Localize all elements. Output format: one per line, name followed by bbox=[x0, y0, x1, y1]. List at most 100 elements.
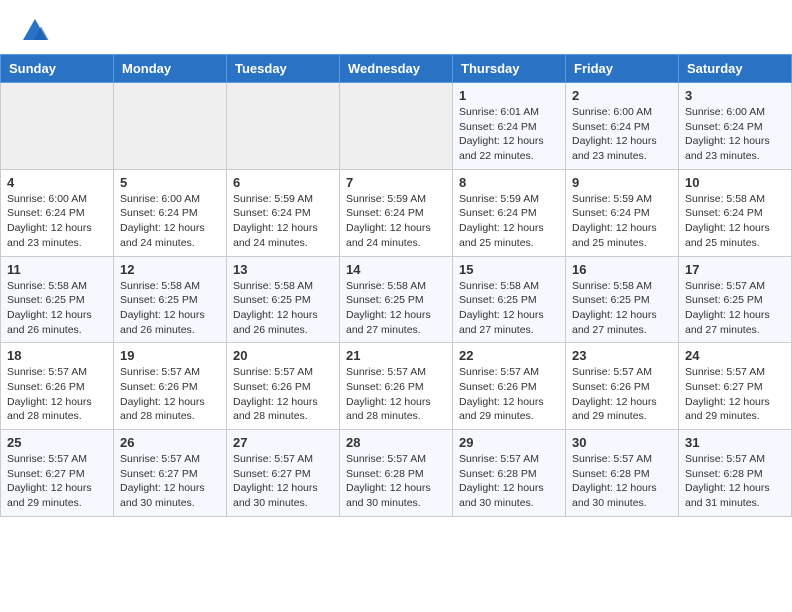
day-info: Sunrise: 5:57 AM Sunset: 6:25 PM Dayligh… bbox=[685, 279, 785, 338]
calendar-cell: 24 Sunrise: 5:57 AM Sunset: 6:27 PM Dayli… bbox=[679, 343, 792, 430]
day-info: Sunrise: 5:58 AM Sunset: 6:24 PM Dayligh… bbox=[685, 192, 785, 251]
day-info: Sunrise: 5:57 AM Sunset: 6:27 PM Dayligh… bbox=[120, 452, 220, 511]
day-info: Sunrise: 5:57 AM Sunset: 6:28 PM Dayligh… bbox=[346, 452, 446, 511]
weekday-header-wednesday: Wednesday bbox=[340, 55, 453, 83]
weekday-header-friday: Friday bbox=[566, 55, 679, 83]
day-number: 7 bbox=[346, 175, 446, 190]
day-info: Sunrise: 5:59 AM Sunset: 6:24 PM Dayligh… bbox=[459, 192, 559, 251]
weekday-header-row: SundayMondayTuesdayWednesdayThursdayFrid… bbox=[1, 55, 792, 83]
day-number: 3 bbox=[685, 88, 785, 103]
day-info: Sunrise: 5:57 AM Sunset: 6:26 PM Dayligh… bbox=[346, 365, 446, 424]
calendar-cell: 19 Sunrise: 5:57 AM Sunset: 6:26 PM Dayli… bbox=[114, 343, 227, 430]
calendar-cell: 12 Sunrise: 5:58 AM Sunset: 6:25 PM Dayli… bbox=[114, 256, 227, 343]
day-number: 29 bbox=[459, 435, 559, 450]
day-number: 6 bbox=[233, 175, 333, 190]
day-number: 31 bbox=[685, 435, 785, 450]
day-number: 1 bbox=[459, 88, 559, 103]
calendar-cell: 11 Sunrise: 5:58 AM Sunset: 6:25 PM Dayli… bbox=[1, 256, 114, 343]
calendar-cell: 15 Sunrise: 5:58 AM Sunset: 6:25 PM Dayli… bbox=[453, 256, 566, 343]
day-info: Sunrise: 6:00 AM Sunset: 6:24 PM Dayligh… bbox=[572, 105, 672, 164]
calendar-cell: 10 Sunrise: 5:58 AM Sunset: 6:24 PM Dayli… bbox=[679, 169, 792, 256]
day-info: Sunrise: 6:00 AM Sunset: 6:24 PM Dayligh… bbox=[685, 105, 785, 164]
calendar-table: SundayMondayTuesdayWednesdayThursdayFrid… bbox=[0, 54, 792, 517]
day-info: Sunrise: 5:58 AM Sunset: 6:25 PM Dayligh… bbox=[7, 279, 107, 338]
calendar-cell bbox=[1, 83, 114, 170]
weekday-header-tuesday: Tuesday bbox=[227, 55, 340, 83]
day-number: 20 bbox=[233, 348, 333, 363]
calendar-cell: 17Sunrise: 5:57 AM Sunset: 6:25 PM Dayli… bbox=[679, 256, 792, 343]
day-number: 2 bbox=[572, 88, 672, 103]
day-number: 4 bbox=[7, 175, 107, 190]
weekday-header-monday: Monday bbox=[114, 55, 227, 83]
logo-icon bbox=[20, 16, 50, 46]
calendar-cell: 31 Sunrise: 5:57 AM Sunset: 6:28 PM Dayli… bbox=[679, 430, 792, 517]
day-number: 13 bbox=[233, 262, 333, 277]
day-info: Sunrise: 5:57 AM Sunset: 6:28 PM Dayligh… bbox=[459, 452, 559, 511]
day-info: Sunrise: 5:57 AM Sunset: 6:26 PM Dayligh… bbox=[7, 365, 107, 424]
calendar-cell: 5 Sunrise: 6:00 AM Sunset: 6:24 PM Daylig… bbox=[114, 169, 227, 256]
day-number: 10 bbox=[685, 175, 785, 190]
calendar-cell: 27 Sunrise: 5:57 AM Sunset: 6:27 PM Dayli… bbox=[227, 430, 340, 517]
day-info: Sunrise: 6:00 AM Sunset: 6:24 PM Dayligh… bbox=[120, 192, 220, 251]
calendar-cell: 20 Sunrise: 5:57 AM Sunset: 6:26 PM Dayli… bbox=[227, 343, 340, 430]
day-number: 14 bbox=[346, 262, 446, 277]
day-info: Sunrise: 5:58 AM Sunset: 6:25 PM Dayligh… bbox=[572, 279, 672, 338]
day-info: Sunrise: 5:57 AM Sunset: 6:26 PM Dayligh… bbox=[233, 365, 333, 424]
calendar-cell: 3 Sunrise: 6:00 AM Sunset: 6:24 PM Daylig… bbox=[679, 83, 792, 170]
calendar-week-3: 11 Sunrise: 5:58 AM Sunset: 6:25 PM Dayli… bbox=[1, 256, 792, 343]
day-number: 5 bbox=[120, 175, 220, 190]
calendar-cell: 8 Sunrise: 5:59 AM Sunset: 6:24 PM Daylig… bbox=[453, 169, 566, 256]
calendar-cell bbox=[340, 83, 453, 170]
calendar-cell: 9Sunrise: 5:59 AM Sunset: 6:24 PM Daylig… bbox=[566, 169, 679, 256]
weekday-header-saturday: Saturday bbox=[679, 55, 792, 83]
calendar-cell: 16 Sunrise: 5:58 AM Sunset: 6:25 PM Dayli… bbox=[566, 256, 679, 343]
day-info: Sunrise: 5:59 AM Sunset: 6:24 PM Dayligh… bbox=[233, 192, 333, 251]
calendar-cell: 1 Sunrise: 6:01 AM Sunset: 6:24 PM Daylig… bbox=[453, 83, 566, 170]
day-number: 25 bbox=[7, 435, 107, 450]
calendar-cell: 26Sunrise: 5:57 AM Sunset: 6:27 PM Dayli… bbox=[114, 430, 227, 517]
logo bbox=[20, 16, 54, 46]
calendar-cell bbox=[227, 83, 340, 170]
calendar-body: 1 Sunrise: 6:01 AM Sunset: 6:24 PM Daylig… bbox=[1, 83, 792, 517]
day-info: Sunrise: 5:57 AM Sunset: 6:28 PM Dayligh… bbox=[685, 452, 785, 511]
day-number: 24 bbox=[685, 348, 785, 363]
weekday-header-sunday: Sunday bbox=[1, 55, 114, 83]
day-info: Sunrise: 6:00 AM Sunset: 6:24 PM Dayligh… bbox=[7, 192, 107, 251]
day-number: 15 bbox=[459, 262, 559, 277]
calendar-cell: 22 Sunrise: 5:57 AM Sunset: 6:26 PM Dayli… bbox=[453, 343, 566, 430]
weekday-header-thursday: Thursday bbox=[453, 55, 566, 83]
day-number: 27 bbox=[233, 435, 333, 450]
calendar-cell: 23Sunrise: 5:57 AM Sunset: 6:26 PM Dayli… bbox=[566, 343, 679, 430]
day-info: Sunrise: 5:57 AM Sunset: 6:26 PM Dayligh… bbox=[120, 365, 220, 424]
day-info: Sunrise: 5:58 AM Sunset: 6:25 PM Dayligh… bbox=[120, 279, 220, 338]
calendar-cell: 13Sunrise: 5:58 AM Sunset: 6:25 PM Dayli… bbox=[227, 256, 340, 343]
day-info: Sunrise: 5:57 AM Sunset: 6:26 PM Dayligh… bbox=[572, 365, 672, 424]
day-number: 28 bbox=[346, 435, 446, 450]
calendar-cell: 2 Sunrise: 6:00 AM Sunset: 6:24 PM Daylig… bbox=[566, 83, 679, 170]
day-number: 22 bbox=[459, 348, 559, 363]
calendar-cell: 29 Sunrise: 5:57 AM Sunset: 6:28 PM Dayli… bbox=[453, 430, 566, 517]
calendar-header: SundayMondayTuesdayWednesdayThursdayFrid… bbox=[1, 55, 792, 83]
calendar-week-5: 25 Sunrise: 5:57 AM Sunset: 6:27 PM Dayli… bbox=[1, 430, 792, 517]
day-number: 11 bbox=[7, 262, 107, 277]
calendar-cell: 7Sunrise: 5:59 AM Sunset: 6:24 PM Daylig… bbox=[340, 169, 453, 256]
day-number: 9 bbox=[572, 175, 672, 190]
day-number: 18 bbox=[7, 348, 107, 363]
day-info: Sunrise: 5:57 AM Sunset: 6:26 PM Dayligh… bbox=[459, 365, 559, 424]
calendar-cell bbox=[114, 83, 227, 170]
day-info: Sunrise: 6:01 AM Sunset: 6:24 PM Dayligh… bbox=[459, 105, 559, 164]
calendar-cell: 25 Sunrise: 5:57 AM Sunset: 6:27 PM Dayli… bbox=[1, 430, 114, 517]
day-number: 12 bbox=[120, 262, 220, 277]
day-info: Sunrise: 5:57 AM Sunset: 6:27 PM Dayligh… bbox=[7, 452, 107, 511]
day-number: 16 bbox=[572, 262, 672, 277]
day-info: Sunrise: 5:57 AM Sunset: 6:28 PM Dayligh… bbox=[572, 452, 672, 511]
day-number: 19 bbox=[120, 348, 220, 363]
day-info: Sunrise: 5:57 AM Sunset: 6:27 PM Dayligh… bbox=[685, 365, 785, 424]
day-info: Sunrise: 5:57 AM Sunset: 6:27 PM Dayligh… bbox=[233, 452, 333, 511]
day-number: 8 bbox=[459, 175, 559, 190]
calendar-week-4: 18 Sunrise: 5:57 AM Sunset: 6:26 PM Dayli… bbox=[1, 343, 792, 430]
day-info: Sunrise: 5:58 AM Sunset: 6:25 PM Dayligh… bbox=[459, 279, 559, 338]
calendar-week-1: 1 Sunrise: 6:01 AM Sunset: 6:24 PM Daylig… bbox=[1, 83, 792, 170]
calendar-week-2: 4 Sunrise: 6:00 AM Sunset: 6:24 PM Daylig… bbox=[1, 169, 792, 256]
calendar-cell: 4 Sunrise: 6:00 AM Sunset: 6:24 PM Daylig… bbox=[1, 169, 114, 256]
